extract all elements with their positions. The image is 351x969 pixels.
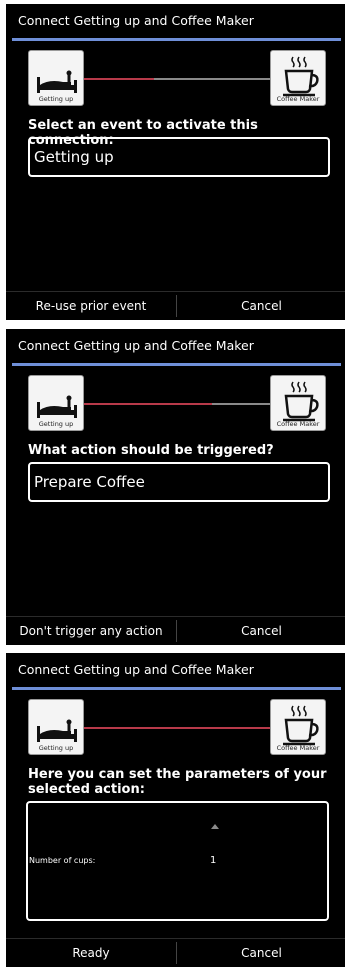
target-device-tile: Coffee Maker	[270, 375, 326, 431]
dialog-title: Connect Getting up and Coffee Maker	[18, 338, 254, 353]
source-device-label: Getting up	[38, 744, 74, 752]
connection-dialog-parameters: Connect Getting up and Coffee Maker Gett…	[6, 653, 345, 967]
action-option-prepare-coffee[interactable]: Prepare Coffee	[28, 462, 330, 502]
parameters-prompt: Here you can set the parameters of your …	[28, 767, 327, 797]
target-device-tile: Coffee Maker	[270, 50, 326, 106]
target-device-tile: Coffee Maker	[270, 699, 326, 755]
title-divider	[12, 363, 341, 366]
button-separator	[176, 295, 177, 317]
button-bar: Don't trigger any action Cancel	[6, 616, 345, 645]
connection-line-active	[84, 403, 212, 405]
button-separator	[176, 942, 177, 964]
cancel-button[interactable]: Cancel	[178, 617, 345, 645]
connection-line-active	[84, 727, 270, 729]
connection-dialog-event: Connect Getting up and Coffee Maker Gett…	[6, 4, 345, 320]
button-bar: Re-use prior event Cancel	[6, 291, 345, 320]
title-divider	[12, 687, 341, 690]
reuse-prior-event-button[interactable]: Re-use prior event	[6, 292, 176, 320]
title-divider	[12, 38, 341, 41]
increment-arrow-icon[interactable]	[211, 824, 219, 829]
ready-button[interactable]: Ready	[6, 939, 176, 967]
source-device-tile: Getting up	[28, 699, 84, 755]
source-device-tile: Getting up	[28, 375, 84, 431]
target-device-label: Coffee Maker	[276, 744, 320, 752]
connection-line-pending	[212, 403, 270, 405]
dialog-title: Connect Getting up and Coffee Maker	[18, 662, 254, 677]
parameters-box: Number of cups: 1	[26, 801, 329, 921]
source-device-label: Getting up	[38, 420, 74, 428]
source-device-tile: Getting up	[28, 50, 84, 106]
no-action-button[interactable]: Don't trigger any action	[6, 617, 176, 645]
connection-line-active	[84, 78, 154, 80]
cups-parameter-label: Number of cups:	[29, 856, 96, 865]
cancel-button[interactable]: Cancel	[178, 939, 345, 967]
connection-dialog-action: Connect Getting up and Coffee Maker Gett…	[6, 329, 345, 645]
cups-value-picker[interactable]: 1	[210, 855, 216, 866]
target-device-label: Coffee Maker	[276, 95, 320, 103]
button-separator	[176, 620, 177, 642]
action-prompt: What action should be triggered?	[28, 443, 274, 458]
cancel-button[interactable]: Cancel	[178, 292, 345, 320]
event-option-getting-up[interactable]: Getting up	[28, 137, 330, 177]
source-device-label: Getting up	[38, 95, 74, 103]
connection-line-pending	[154, 78, 270, 80]
target-device-label: Coffee Maker	[276, 420, 320, 428]
dialog-title: Connect Getting up and Coffee Maker	[18, 13, 254, 28]
button-bar: Ready Cancel	[6, 938, 345, 967]
